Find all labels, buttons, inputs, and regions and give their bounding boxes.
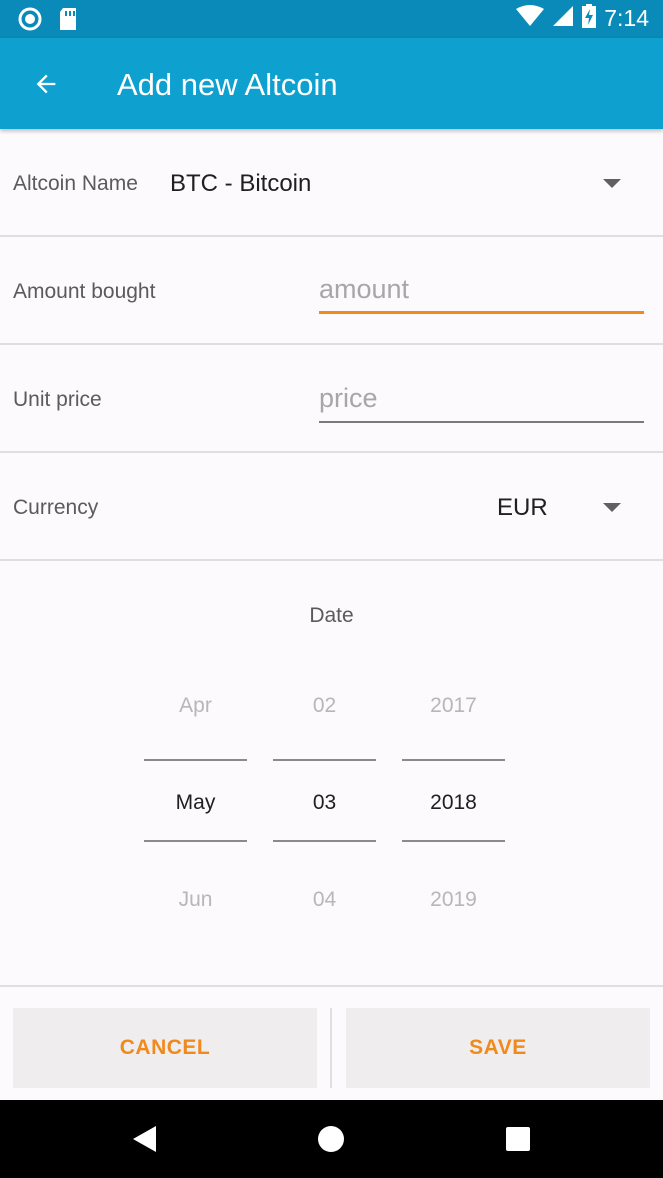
- day-selected[interactable]: 03: [273, 791, 376, 815]
- unit-price-row: Unit price price: [0, 345, 663, 453]
- sync-icon: [18, 7, 42, 36]
- save-button[interactable]: SAVE: [346, 1008, 650, 1088]
- status-time: 7:14: [604, 5, 649, 31]
- currency-label: Currency: [13, 496, 99, 519]
- currency-value: EUR: [497, 494, 548, 521]
- status-bar: 7:14: [0, 0, 663, 38]
- month-prev[interactable]: Apr: [144, 694, 247, 718]
- recents-square-icon[interactable]: [506, 1127, 530, 1156]
- button-separator: [330, 1008, 332, 1088]
- year-divider-top: [402, 759, 505, 761]
- day-prev[interactable]: 02: [273, 694, 376, 718]
- month-divider-top: [144, 759, 247, 761]
- month-next[interactable]: Jun: [144, 888, 247, 912]
- month-selected[interactable]: May: [144, 791, 247, 815]
- altcoin-name-dropdown[interactable]: BTC - Bitcoin: [160, 149, 640, 215]
- altcoin-name-value: BTC - Bitcoin: [170, 170, 312, 197]
- day-next[interactable]: 04: [273, 888, 376, 912]
- amount-placeholder: amount: [319, 274, 410, 304]
- navigation-bar: [0, 1100, 663, 1178]
- battery-charging-icon: [582, 4, 597, 33]
- altcoin-name-label: Altcoin Name: [13, 172, 138, 195]
- cancel-button[interactable]: CANCEL: [13, 1008, 317, 1088]
- unit-price-input[interactable]: price: [319, 383, 644, 423]
- day-divider-top: [273, 759, 376, 761]
- amount-underline: [319, 311, 644, 314]
- year-next[interactable]: 2019: [402, 888, 505, 912]
- year-selected[interactable]: 2018: [402, 791, 505, 815]
- date-title: Date: [309, 604, 354, 627]
- day-divider-bottom: [273, 840, 376, 842]
- unit-price-underline: [319, 421, 644, 423]
- unit-price-placeholder: price: [319, 383, 378, 413]
- currency-dropdown[interactable]: EUR: [480, 473, 640, 539]
- amount-label: Amount bought: [13, 280, 156, 303]
- page-title: Add new Altcoin: [117, 67, 338, 102]
- year-divider-bottom: [402, 840, 505, 842]
- year-prev[interactable]: 2017: [402, 694, 505, 718]
- arrow-back-icon: [36, 74, 56, 94]
- altcoin-name-row: Altcoin Name BTC - Bitcoin: [0, 129, 663, 237]
- month-divider-bottom: [144, 840, 247, 842]
- back-triangle-icon[interactable]: [130, 1124, 160, 1159]
- wifi-icon: [516, 5, 545, 32]
- home-circle-icon[interactable]: [317, 1125, 345, 1158]
- dropdown-arrow-icon: [603, 179, 621, 188]
- amount-input[interactable]: amount: [319, 274, 644, 314]
- back-button[interactable]: [22, 60, 70, 108]
- amount-row: Amount bought amount: [0, 237, 663, 345]
- sd-card-icon: [58, 7, 78, 36]
- unit-price-label: Unit price: [13, 388, 102, 411]
- dropdown-arrow-icon: [603, 503, 621, 512]
- divider: [0, 985, 663, 987]
- app-bar: Add new Altcoin: [0, 38, 663, 129]
- signal-icon: [552, 5, 574, 32]
- currency-row: Currency EUR: [0, 453, 663, 561]
